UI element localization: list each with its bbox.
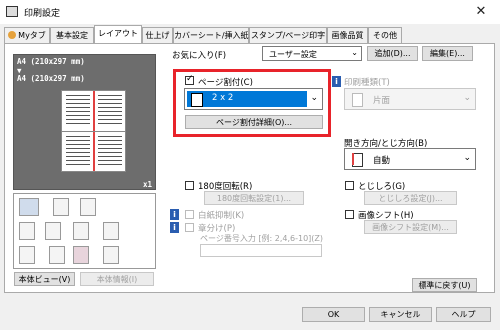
staple-unit-icon[interactable] xyxy=(45,222,61,240)
add-favorite-button[interactable]: 追加(D)... xyxy=(367,46,418,61)
finisher-icon[interactable] xyxy=(19,222,35,240)
binding-margin-button[interactable]: とじしろ設定(J)... xyxy=(364,191,457,205)
preview-copies: x1 xyxy=(143,180,153,189)
page-layout-value: 2 x 2 xyxy=(212,93,234,103)
page-layout-label: ページ割付(C) xyxy=(198,78,253,88)
single-side-icon xyxy=(352,93,363,107)
ok-button[interactable]: OK xyxy=(302,307,365,322)
tab-stamp[interactable]: スタンプ/ページ印字 xyxy=(249,27,327,43)
chevron-down-icon: ⌄ xyxy=(310,93,318,103)
edit-favorite-button[interactable]: 編集(E)... xyxy=(422,46,473,61)
preview-page-sheet xyxy=(61,90,126,172)
tray-icon[interactable] xyxy=(53,198,69,216)
checkmark-icon: ✓ xyxy=(186,74,194,84)
tab-cover-sheet[interactable]: カバーシート/挿入紙 xyxy=(173,27,249,43)
window-title: 印刷設定 xyxy=(24,9,61,19)
tab-other[interactable]: その他 xyxy=(368,27,402,43)
chevron-down-icon: ⌄ xyxy=(463,153,471,163)
page-layout-checkbox[interactable]: ✓ xyxy=(185,74,194,85)
page-layout-detail-button[interactable]: ページ割付詳細(O)... xyxy=(185,115,323,129)
preview-output-size: A4 (210x297 mm) xyxy=(17,74,85,83)
close-icon[interactable]: ✕ xyxy=(470,3,492,21)
page-number-input[interactable] xyxy=(200,244,322,257)
layout-grid-icon xyxy=(191,93,203,107)
binding-margin-checkbox[interactable] xyxy=(345,181,354,190)
chapter-checkbox[interactable] xyxy=(185,223,194,232)
image-shift-checkbox[interactable] xyxy=(345,210,354,219)
chevron-down-icon: ⌄ xyxy=(463,93,471,103)
help-button[interactable]: ヘルプ xyxy=(436,307,491,322)
document-icon[interactable] xyxy=(103,222,119,240)
tab-basic[interactable]: 基本設定 xyxy=(50,27,94,43)
rotate-settings-button[interactable]: 180度回転設定(1)... xyxy=(204,191,304,205)
account-icon[interactable] xyxy=(73,246,89,264)
printer-icon xyxy=(6,6,18,17)
blank-suppress-label: 白紙抑制(K) xyxy=(198,211,245,221)
user-icon xyxy=(8,31,17,39)
page-layout-dropdown[interactable]: 2 x 2 ⌄ xyxy=(184,88,323,110)
binding-dropdown[interactable]: 自動 ⌄ xyxy=(344,148,476,170)
print-type-value: 片面 xyxy=(373,96,391,106)
title-bar xyxy=(0,0,500,24)
tab-mytab[interactable]: Myタブ xyxy=(4,27,50,43)
device-info-button[interactable]: 本体情報(I) xyxy=(80,272,154,286)
rotate-checkbox[interactable] xyxy=(185,181,194,190)
user-auth-icon[interactable] xyxy=(49,246,65,264)
binding-value: 自動 xyxy=(373,156,391,166)
chevron-down-icon: ⌄ xyxy=(351,48,358,57)
favorites-dropdown[interactable]: ユーザー設定 ⌄ xyxy=(262,46,362,61)
tab-finishing[interactable]: 仕上げ xyxy=(142,27,173,43)
favorites-label: お気に入り(F) xyxy=(172,51,227,61)
print-type-dropdown[interactable]: 片面 ⌄ xyxy=(344,88,476,110)
print-type-label: 印刷種類(T) xyxy=(344,78,390,88)
cancel-button[interactable]: キャンセル xyxy=(369,307,432,322)
info-icon[interactable]: i xyxy=(332,76,341,87)
tab-image-quality[interactable]: 画像品質 xyxy=(327,27,368,43)
restore-defaults-button[interactable]: 標準に戻す(U) xyxy=(412,278,477,292)
binding-page-icon xyxy=(352,153,363,167)
booklet-icon[interactable] xyxy=(19,246,35,264)
preview-paper-size: A4 (210x297 mm) xyxy=(17,57,85,66)
device-view-button[interactable]: 本体ビュー(V) xyxy=(14,272,75,286)
output-tray-icon[interactable] xyxy=(80,198,96,216)
info-icon[interactable]: i xyxy=(170,209,179,220)
punch-unit-icon[interactable] xyxy=(73,222,89,240)
page-layout-selection xyxy=(187,91,307,107)
printer-body-icon[interactable] xyxy=(19,198,39,216)
fax-icon[interactable] xyxy=(103,246,119,264)
tab-layout[interactable]: レイアウト xyxy=(94,25,142,43)
info-icon[interactable]: i xyxy=(170,222,179,233)
image-shift-button[interactable]: 画像シフト設定(M)... xyxy=(364,220,457,234)
favorites-value: ユーザー設定 xyxy=(269,50,317,59)
page-number-label: ページ番号入力 [例: 2,4,6-10](Z) xyxy=(200,234,324,243)
blank-suppress-checkbox[interactable] xyxy=(185,210,194,219)
